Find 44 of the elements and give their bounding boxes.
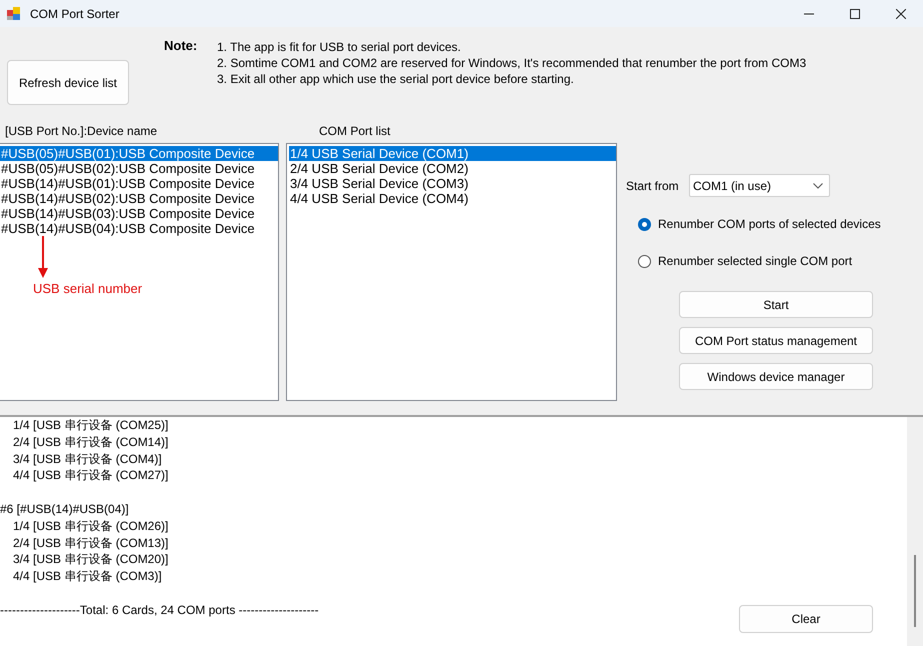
log-line: #6 [#USB(14)#USB(04)] <box>0 502 129 516</box>
start-from-dropdown[interactable]: COM1 (in use) <box>689 174 830 197</box>
close-icon[interactable] <box>896 8 906 18</box>
clear-button[interactable]: Clear <box>739 605 873 633</box>
maximize-icon[interactable] <box>850 8 860 18</box>
list-item[interactable]: #USB(14)#USB(01):USB Composite Device <box>0 176 278 191</box>
note-text: 1. The app is fit for USB to serial port devices. <box>217 39 462 55</box>
log-line: 1/4 [USB 串行设备 (COM26)] <box>12 518 168 533</box>
window-title: COM Port Sorter <box>30 6 120 20</box>
list-item[interactable]: 1/4 USB Serial Device (COM1) <box>289 146 616 161</box>
list-header: [USB Port No.]:Device name <box>4 124 158 140</box>
list-item[interactable]: #USB(14)#USB(03):USB Composite Device <box>0 206 278 221</box>
radio-button[interactable] <box>638 254 651 268</box>
action-button[interactable]: Windows device manager <box>679 363 873 390</box>
note-text: 3. Exit all other app which use the serial port device before starting. <box>217 71 575 87</box>
log-line: 2/4 [USB 串行设备 (COM13)] <box>12 536 168 550</box>
arrow <box>38 236 48 278</box>
list-item[interactable]: 2/4 USB Serial Device (COM2) <box>289 161 616 176</box>
radio-label[interactable]: Renumber COM ports of selected devices <box>658 217 881 231</box>
log-line: 2/4 [USB 串行设备 (COM14)] <box>12 434 168 449</box>
note-label: Note: <box>164 38 198 55</box>
list-item[interactable]: #USB(05)#USB(01):USB Composite Device <box>0 146 278 161</box>
list-header: COM Port list <box>319 124 390 140</box>
note-text: 2. Somtime COM1 and COM2 are reserved for Windows, It's recommended that renumber the port from COM3 <box>217 55 806 71</box>
action-button[interactable]: COM Port status management <box>679 327 873 354</box>
log-line: 4/4 [USB 串行设备 (COM27)] <box>12 468 168 482</box>
list-item[interactable]: #USB(14)#USB(04):USB Composite Device <box>0 221 278 236</box>
log-line: 1/4 [USB 串行设备 (COM25)] <box>12 418 168 432</box>
radio-label[interactable]: Renumber selected single COM port <box>658 254 852 268</box>
log-line: 3/4 [USB 串行设备 (COM4)] <box>12 452 162 466</box>
chevron-down-icon <box>813 182 823 188</box>
action-button[interactable]: Start <box>679 291 873 318</box>
list-item[interactable]: #USB(05)#USB(02):USB Composite Device <box>0 161 278 176</box>
annotation-text: USB serial number <box>33 281 142 296</box>
start-from-label: Start from <box>626 178 680 192</box>
refresh-button[interactable]: Refresh device list <box>7 60 129 105</box>
radio-button[interactable] <box>638 218 651 230</box>
list-item[interactable]: 3/4 USB Serial Device (COM3) <box>289 176 616 191</box>
list-item[interactable]: #USB(14)#USB(02):USB Composite Device <box>0 191 278 206</box>
list-item[interactable]: 4/4 USB Serial Device (COM4) <box>289 191 616 206</box>
log-line: 4/4 [USB 串行设备 (COM3)] <box>12 569 162 584</box>
log-line: --------------------Total: 6 Cards, 24 COM ports -------------------- <box>0 602 319 617</box>
app-icon <box>6 6 22 22</box>
log-line: 3/4 [USB 串行设备 (COM20)] <box>12 552 168 566</box>
